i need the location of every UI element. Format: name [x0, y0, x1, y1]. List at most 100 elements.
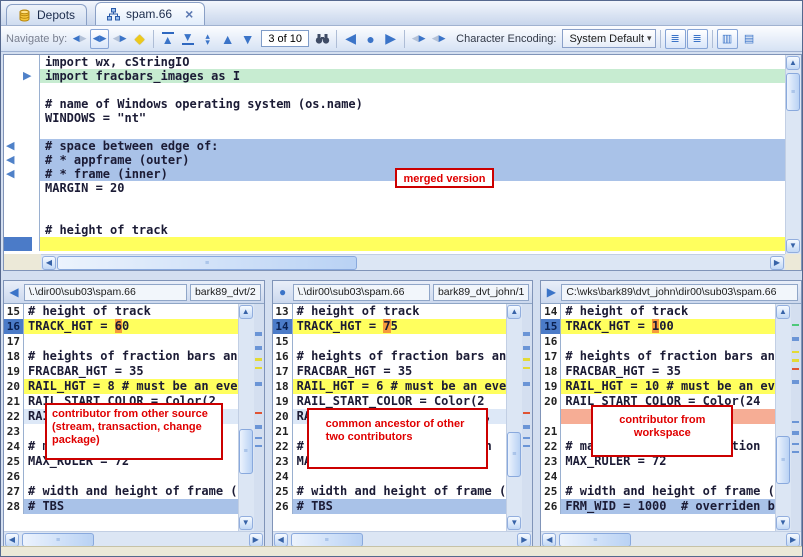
- code-line[interactable]: ▶import fracbars_images as I: [4, 69, 785, 83]
- scroll-left-button[interactable]: ◀: [274, 533, 288, 547]
- code-line[interactable]: import wx, cStringIO: [4, 55, 785, 69]
- horizontal-scroll-thumb[interactable]: ≡: [291, 533, 363, 547]
- take-ancestor-button[interactable]: ●: [361, 29, 380, 49]
- encoding-select[interactable]: System Default ▾: [562, 29, 655, 48]
- scroll-right-button[interactable]: ▶: [770, 256, 784, 270]
- pane-version-field[interactable]: bark89_dvt/2: [190, 284, 261, 301]
- left-merge-arrow-icon[interactable]: ◀: [6, 139, 14, 153]
- code-line[interactable]: 15TRACK_HGT = 100: [541, 319, 775, 334]
- code-line[interactable]: 26# TBS: [273, 499, 507, 514]
- code-line[interactable]: 18# heights of fraction bars and: [4, 349, 238, 364]
- left-merge-arrow-icon[interactable]: ◀: [6, 153, 14, 167]
- scroll-down-button[interactable]: ▼: [239, 516, 253, 530]
- code-line[interactable]: 26: [4, 469, 238, 484]
- code-line[interactable]: 25# width and height of frame (o: [541, 484, 775, 499]
- scroll-up-button[interactable]: ▲: [239, 305, 253, 319]
- code-line[interactable]: 26FRM_WID = 1000 # overriden by: [541, 499, 775, 514]
- line-numbers-merged-button[interactable]: ≣: [665, 29, 686, 49]
- code-line[interactable]: 13# height of track: [273, 304, 507, 319]
- scroll-down-button[interactable]: ▼: [507, 516, 521, 530]
- horizontal-scroll-thumb[interactable]: ≡: [559, 533, 631, 547]
- scroll-up-button[interactable]: ▲: [507, 305, 521, 319]
- last-diff-button[interactable]: ▼: [178, 29, 197, 49]
- horizontal-scrollbar[interactable]: ◀≡ ▶: [541, 531, 801, 547]
- close-icon[interactable]: ×: [185, 8, 193, 20]
- horizontal-scroll-thumb[interactable]: ≡: [22, 533, 94, 547]
- code-line[interactable]: 24: [273, 469, 507, 484]
- horizontal-scroll-thumb[interactable]: ≡: [57, 256, 357, 270]
- code-line[interactable]: ◀# space between edge of:: [4, 139, 785, 153]
- code-line[interactable]: 17FRACBAR_HGT = 35: [273, 364, 507, 379]
- tab-spam66[interactable]: spam.66 ×: [95, 2, 205, 25]
- nav-mode-conflict-button[interactable]: ◆: [130, 29, 149, 49]
- left-arrow-icon[interactable]: ◀: [7, 285, 21, 299]
- code-line[interactable]: 28# TBS: [4, 499, 238, 514]
- scroll-up-button[interactable]: ▲: [776, 305, 790, 319]
- vertical-scroll-thumb[interactable]: ≡: [507, 432, 521, 477]
- take-left-button[interactable]: ◀: [341, 29, 360, 49]
- code-line[interactable]: 19RAIL_START_COLOR = Color(2: [273, 394, 507, 409]
- code-line[interactable]: 17: [4, 334, 238, 349]
- right-arrow-icon[interactable]: ▶: [544, 285, 558, 299]
- ancestor-circle-icon[interactable]: ●: [276, 285, 290, 299]
- scroll-down-button[interactable]: ▼: [786, 239, 800, 253]
- scroll-left-button[interactable]: ◀: [5, 533, 19, 547]
- nav-mode-both-button[interactable]: ◀▶: [90, 29, 109, 49]
- vertical-scroll-thumb[interactable]: ≡: [776, 436, 790, 484]
- align-left-button[interactable]: ◀▶: [409, 29, 428, 49]
- pane-path-field[interactable]: C:\wks\bark89\dvt_john\dir00\sub03\spam.…: [561, 284, 798, 301]
- horizontal-scrollbar[interactable]: ◀≡ ▶: [4, 531, 264, 547]
- take-right-button[interactable]: ▶: [381, 29, 400, 49]
- horizontal-scrollbar[interactable]: ◀≡ ▶: [41, 254, 785, 270]
- vertical-scrollbar[interactable]: ▲ ≡ ▼: [506, 304, 522, 531]
- code-line[interactable]: 24: [541, 469, 775, 484]
- code-line[interactable]: [4, 237, 785, 251]
- vertical-scrollbar[interactable]: ▲ ≡ ▼: [775, 304, 791, 531]
- code-line[interactable]: [4, 125, 785, 139]
- left-merge-arrow-icon[interactable]: ◀: [6, 167, 14, 181]
- code-line[interactable]: 17# heights of fraction bars and: [541, 349, 775, 364]
- align-right-button[interactable]: ◀▶: [429, 29, 448, 49]
- code-line[interactable]: 14TRACK_HGT = 75: [273, 319, 507, 334]
- scroll-right-button[interactable]: ▶: [786, 533, 800, 547]
- code-line[interactable]: ◀# * appframe (outer): [4, 153, 785, 167]
- code-line[interactable]: [4, 195, 785, 209]
- code-line[interactable]: 16# heights of fraction bars and: [273, 349, 507, 364]
- center-diff-button[interactable]: ▴▾: [198, 29, 217, 49]
- vertical-scroll-thumb[interactable]: ≡: [239, 429, 253, 474]
- code-line[interactable]: 19FRACBAR_HGT = 35: [4, 364, 238, 379]
- first-diff-button[interactable]: ▲: [158, 29, 177, 49]
- nav-mode-left-button[interactable]: ◀▶: [70, 29, 89, 49]
- code-line[interactable]: 20RAIL_HGT = 8 # must be an even: [4, 379, 238, 394]
- vertical-scrollbar[interactable]: ▲≡▼: [785, 55, 801, 254]
- nav-mode-right-button[interactable]: ◀▶: [110, 29, 129, 49]
- code-line[interactable]: 18FRACBAR_HGT = 35: [541, 364, 775, 379]
- pane-version-field[interactable]: bark89_dvt_john/1: [433, 284, 529, 301]
- pane-path-field[interactable]: \.\dir00\sub03\spam.66: [293, 284, 430, 301]
- scroll-right-button[interactable]: ▶: [249, 533, 263, 547]
- code-line[interactable]: 15# height of track: [4, 304, 238, 319]
- code-line[interactable]: 14# height of track: [541, 304, 775, 319]
- code-line[interactable]: 16TRACK_HGT = 60: [4, 319, 238, 334]
- code-line[interactable]: WINDOWS = "nt": [4, 111, 785, 125]
- code-line[interactable]: 15: [273, 334, 507, 349]
- layout-over-under-button[interactable]: ▤: [739, 29, 760, 49]
- code-line[interactable]: [4, 83, 785, 97]
- scroll-down-button[interactable]: ▼: [776, 516, 790, 530]
- code-line[interactable]: 25# width and height of frame (: [273, 484, 507, 499]
- code-line[interactable]: 19RAIL_HGT = 10 # must be an even: [541, 379, 775, 394]
- code-line[interactable]: # height of track: [4, 223, 785, 237]
- code-line[interactable]: 16: [541, 334, 775, 349]
- scroll-left-button[interactable]: ◀: [542, 533, 556, 547]
- vertical-scrollbar[interactable]: ▲ ≡ ▼: [238, 304, 254, 531]
- code-line[interactable]: [4, 209, 785, 223]
- find-button[interactable]: [313, 29, 332, 49]
- vertical-scroll-thumb[interactable]: ≡: [786, 73, 800, 111]
- code-line[interactable]: 18RAIL_HGT = 6 # must be an even: [273, 379, 507, 394]
- horizontal-scrollbar[interactable]: ◀≡▶: [273, 531, 533, 547]
- right-merge-arrow-icon[interactable]: ▶: [23, 69, 31, 83]
- prev-diff-button[interactable]: ▲: [218, 29, 237, 49]
- layout-side-by-side-button[interactable]: ▥: [717, 29, 738, 49]
- scroll-left-button[interactable]: ◀: [42, 256, 56, 270]
- code-line[interactable]: 27# width and height of frame (: [4, 484, 238, 499]
